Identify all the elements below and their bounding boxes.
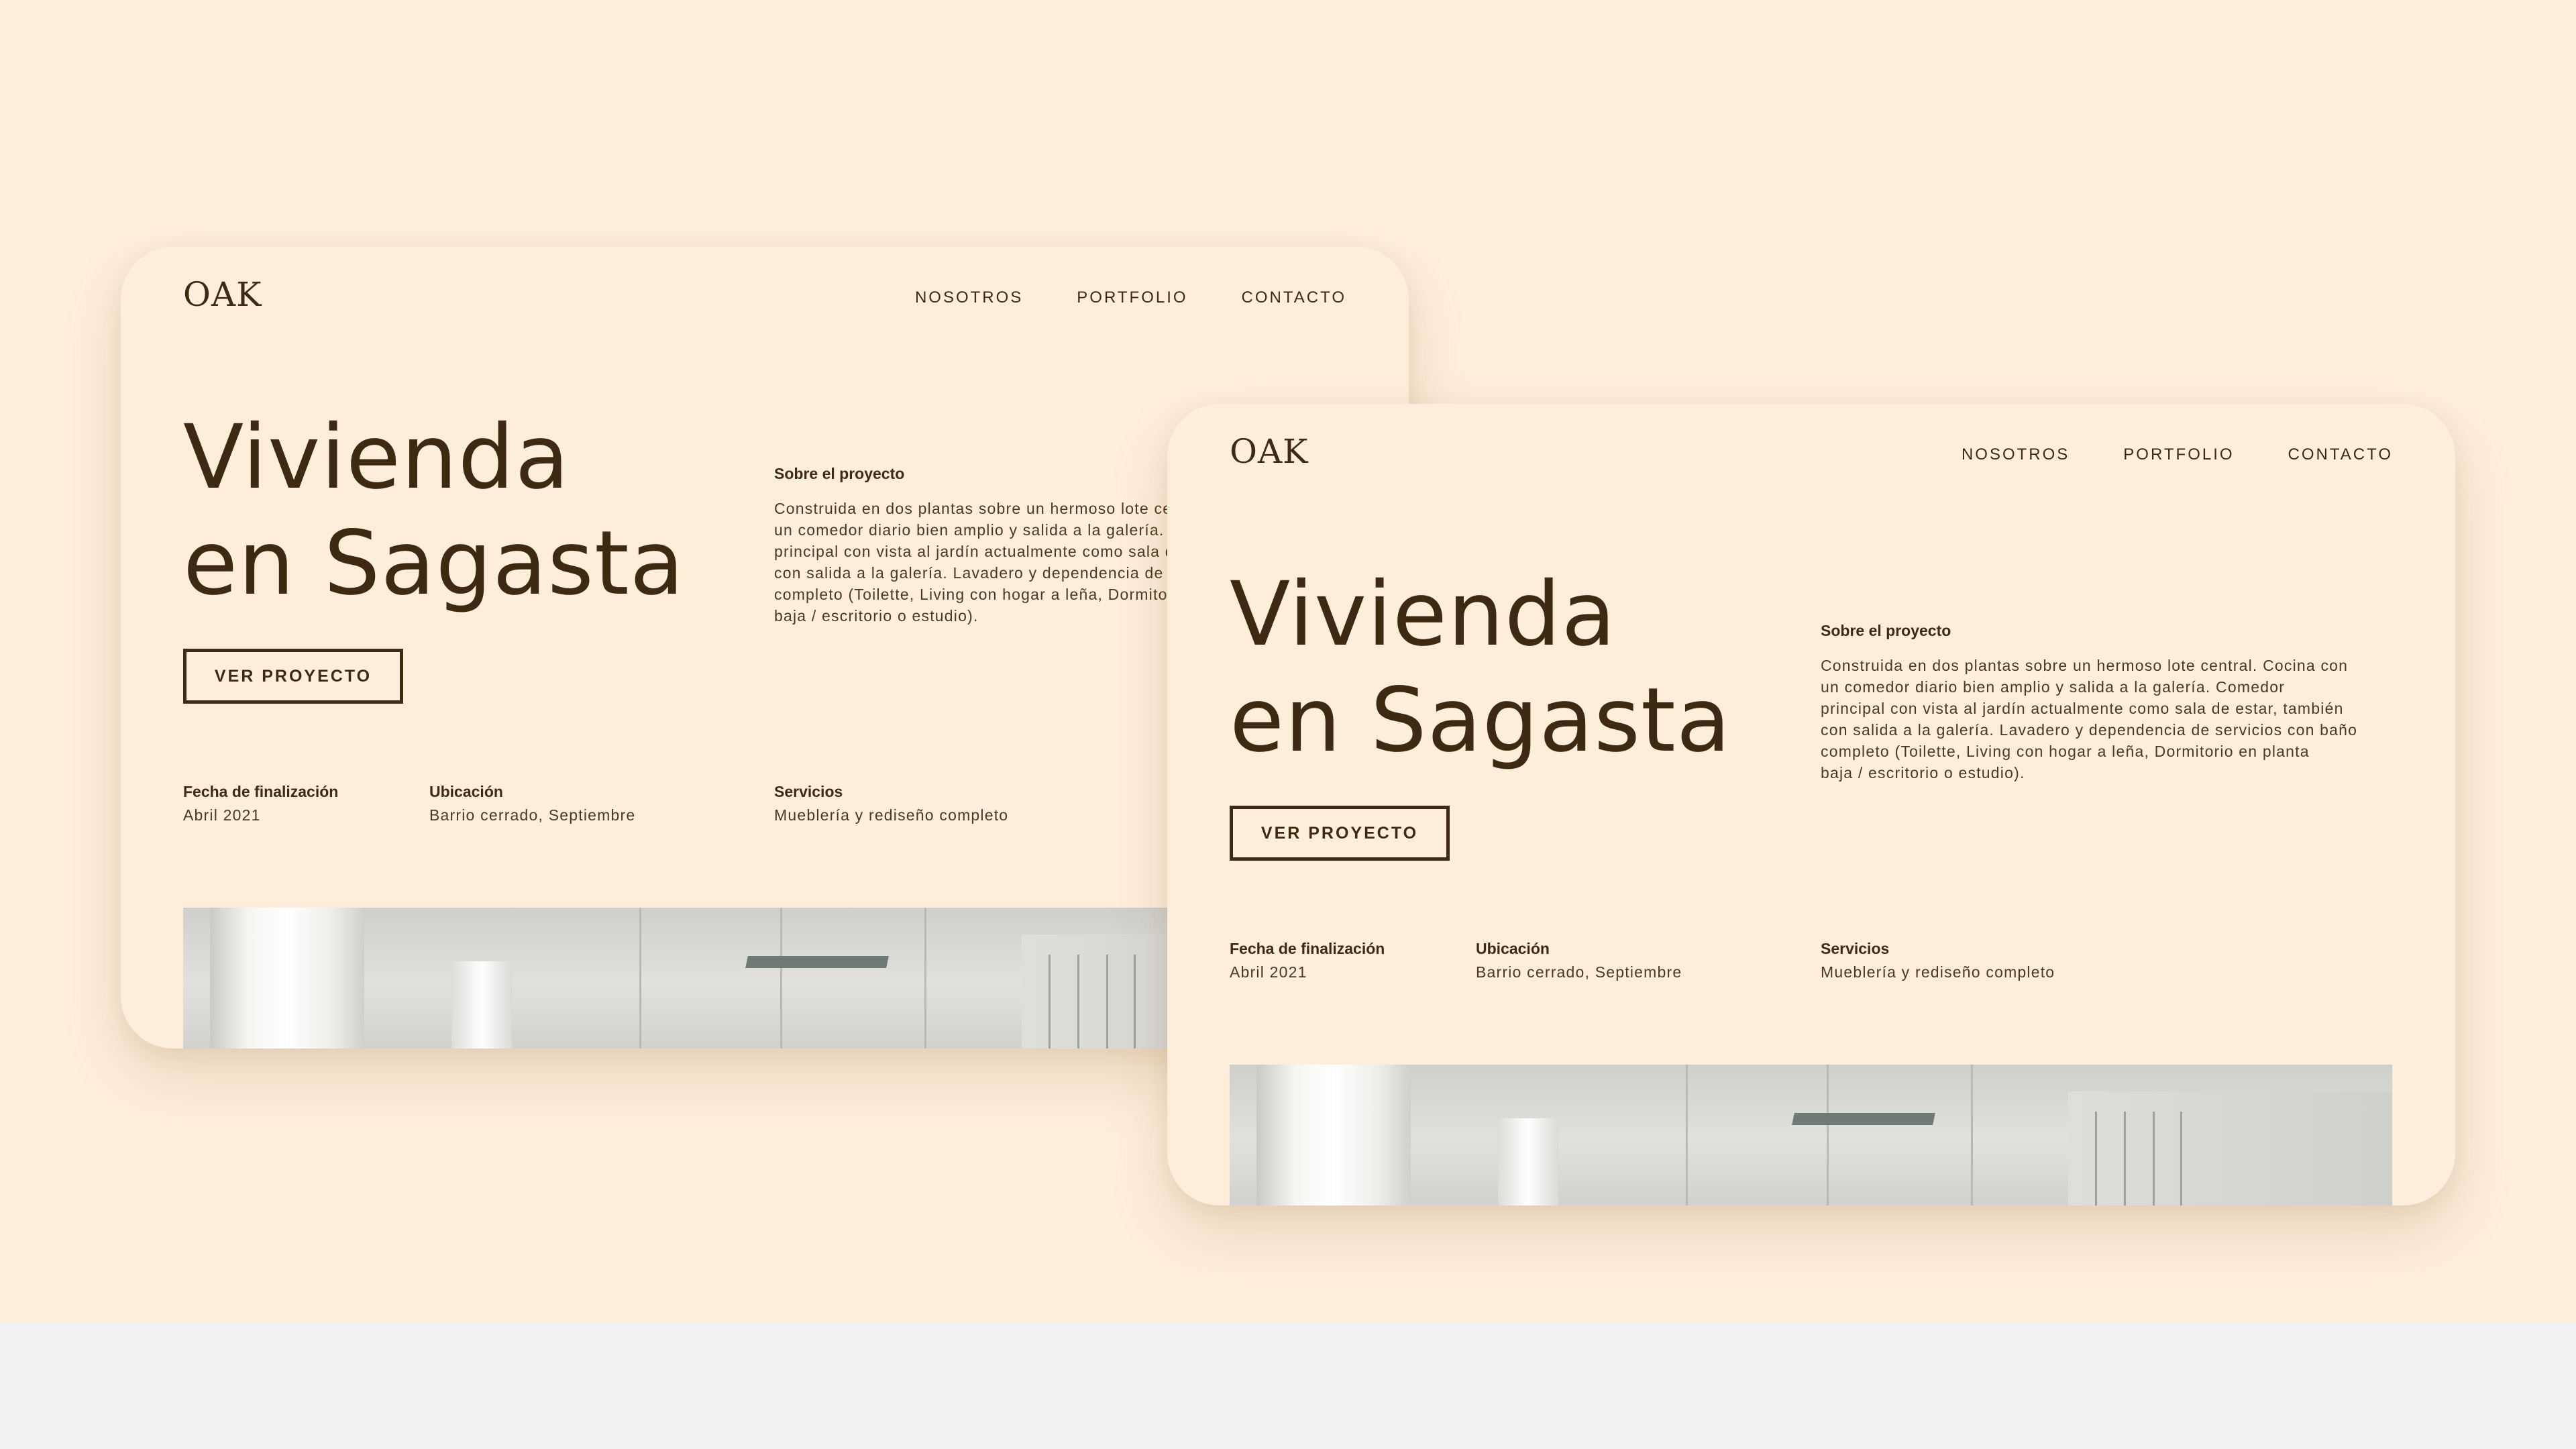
about-line: baja / escritorio o estudio). xyxy=(774,607,979,625)
meta-value: Abril 2021 xyxy=(1230,963,1307,981)
view-project-button[interactable]: VER PROYECTO xyxy=(183,649,403,704)
title-line-2: en Sagasta xyxy=(1230,669,1731,772)
meta-services: Servicios Mueblería y rediseño completo xyxy=(1821,940,2055,981)
meta-completion-date: Fecha de finalización Abril 2021 xyxy=(1230,940,1385,981)
meta-label: Fecha de finalización xyxy=(1230,940,1385,957)
about-line: con salida a la galería. Lavadero y depe… xyxy=(1821,721,2358,739)
meta-value: Abril 2021 xyxy=(183,806,261,824)
top-nav: OAK NOSOTROS PORTFOLIO CONTACTO xyxy=(183,274,1346,327)
nav-item-portfolio[interactable]: PORTFOLIO xyxy=(2123,445,2234,464)
site-logo[interactable]: OAK xyxy=(183,275,262,314)
project-photo xyxy=(1230,1065,2392,1205)
title-line-1: Vivienda xyxy=(1230,563,1617,666)
about-line: baja / escritorio o estudio). xyxy=(1821,764,2025,782)
about-text: Construida en dos plantas sobre un hermo… xyxy=(1821,655,2394,784)
nav-item-contacto[interactable]: CONTACTO xyxy=(2288,445,2393,464)
meta-label: Servicios xyxy=(1821,940,1890,957)
nav-item-portfolio[interactable]: PORTFOLIO xyxy=(1077,288,1187,307)
top-nav: OAK NOSOTROS PORTFOLIO CONTACTO xyxy=(1230,431,2393,484)
nav-item-nosotros[interactable]: NOSOTROS xyxy=(1962,445,2070,464)
about-project: Sobre el proyecto Construida en dos plan… xyxy=(1821,622,2394,784)
nav-item-contacto[interactable]: CONTACTO xyxy=(1242,288,1346,307)
meta-value: Mueblería y rediseño completo xyxy=(774,806,1009,824)
nav-menu: NOSOTROS PORTFOLIO CONTACTO xyxy=(1962,445,2393,464)
meta-label: Servicios xyxy=(774,783,843,800)
title-line-2: en Sagasta xyxy=(183,512,685,615)
meta-completion-date: Fecha de finalización Abril 2021 xyxy=(183,783,338,824)
meta-label: Fecha de finalización xyxy=(183,783,339,800)
view-project-button[interactable]: VER PROYECTO xyxy=(1230,806,1450,861)
meta-label: Ubicación xyxy=(1476,940,1550,957)
meta-value: Barrio cerrado, Septiembre xyxy=(1476,963,1682,981)
meta-value: Barrio cerrado, Septiembre xyxy=(429,806,636,824)
site-logo[interactable]: OAK xyxy=(1230,432,1308,471)
page-title: Vivienda en Sagasta xyxy=(183,405,685,616)
nav-item-nosotros[interactable]: NOSOTROS xyxy=(915,288,1023,307)
about-line: un comedor diario bien amplio y salida a… xyxy=(1821,678,2286,696)
meta-location: Ubicación Barrio cerrado, Septiembre xyxy=(429,783,635,824)
about-line: principal con vista al jardín actualment… xyxy=(1821,700,2344,717)
nav-menu: NOSOTROS PORTFOLIO CONTACTO xyxy=(915,288,1346,307)
title-line-1: Vivienda xyxy=(183,406,570,509)
meta-label: Ubicación xyxy=(429,783,503,800)
meta-value: Mueblería y rediseño completo xyxy=(1821,963,2055,981)
page-title: Vivienda en Sagasta xyxy=(1230,561,1731,773)
meta-location: Ubicación Barrio cerrado, Septiembre xyxy=(1476,940,1682,981)
about-line: Construida en dos plantas sobre un hermo… xyxy=(1821,657,2349,674)
about-line: completo (Toilette, Living con hogar a l… xyxy=(1821,743,2310,760)
meta-services: Servicios Mueblería y rediseño completo xyxy=(774,783,1008,824)
about-heading: Sobre el proyecto xyxy=(1821,622,1951,639)
website-mockup-front: OAK NOSOTROS PORTFOLIO CONTACTO Vivienda… xyxy=(1167,404,2455,1205)
